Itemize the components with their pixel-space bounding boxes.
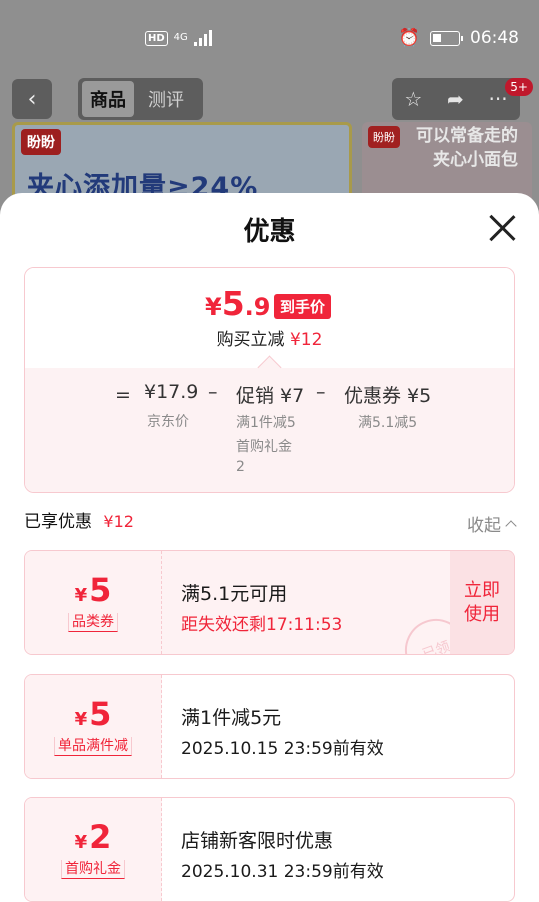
coupon-card: ¥ 5 品类券 满5.1元可用 距失效还剩17:11:53 已领 立即使用: [24, 550, 515, 655]
currency-symbol: ¥: [205, 293, 222, 321]
instant-discount-amount: ¥12: [289, 330, 323, 350]
more-icon[interactable]: ···: [489, 87, 508, 111]
minus-sign-1: –: [208, 381, 218, 403]
coupon-title: 店铺新客限时优惠: [181, 830, 334, 852]
coupon-value-number: 2: [89, 818, 112, 856]
coupon-title: 满5.1元可用: [181, 583, 288, 605]
nav-actions: ☆ ➦ ···: [392, 78, 520, 120]
coupon-type: 品类券: [68, 613, 118, 632]
coupon-value: ¥ 2: [25, 818, 161, 856]
collapse-label: 收起: [467, 516, 501, 536]
discount-sheet: 优惠 ¥ 5 .9 到手价 购买立减 ¥12 = ¥17.9 京东价 – 促销 …: [0, 193, 539, 902]
product-tabs: 商品 测评: [78, 78, 203, 120]
message-badge: 5+: [505, 78, 533, 96]
enjoyed-discount: 已享优惠 ¥12: [24, 507, 134, 532]
share-icon[interactable]: ➦: [447, 87, 464, 111]
chevron-up-icon: [505, 520, 517, 532]
coupon-currency: ¥: [74, 709, 88, 730]
price-integer: 5: [221, 284, 245, 323]
coupon-expiry: 2025.10.15 23:59前有效: [181, 739, 384, 759]
coupon-value-number: 5: [89, 695, 112, 733]
collapse-button[interactable]: 收起: [467, 511, 517, 536]
signal-icon: [193, 30, 212, 46]
coupon-type: 单品满件减: [54, 737, 132, 756]
instant-discount-label: 购买立减: [216, 330, 285, 350]
network-label: 4G: [173, 32, 188, 43]
coupon-currency: ¥: [74, 585, 88, 606]
minus-sign-2: –: [316, 381, 326, 403]
coupon-card: ¥ 5 单品满件减 满1件减5元 2025.10.15 23:59前有效: [24, 674, 515, 779]
price-summary: ¥ 5 .9 到手价 购买立减 ¥12 = ¥17.9 京东价 – 促销 ¥7 …: [24, 267, 515, 493]
thumbnail-text-1: 可以常备走的: [416, 126, 518, 146]
thumbnail-text-2: 夹心小面包: [433, 150, 518, 170]
coupon-currency: ¥: [74, 832, 88, 853]
coupon-value: ¥ 5: [25, 695, 161, 733]
use-now-label: 立即使用: [464, 579, 500, 625]
promo-detail-3: 2: [236, 459, 245, 475]
base-price-label: 京东价: [147, 414, 189, 430]
coupon-expiry: 2025.10.31 23:59前有效: [181, 862, 384, 882]
enjoyed-amount: ¥12: [103, 512, 134, 531]
alarm-icon: ⏰: [398, 28, 420, 48]
coupon-card: ¥ 2 首购礼金 店铺新客限时优惠 2025.10.31 23:59前有效: [24, 797, 515, 902]
battery-icon: [430, 30, 463, 46]
promo-detail-2: 首购礼金: [236, 439, 292, 455]
tab-review[interactable]: 测评: [140, 81, 192, 117]
status-bar: HD 4G ⏰ 06:48: [0, 0, 539, 80]
sheet-title: 优惠: [243, 217, 296, 247]
brand-logo-small: 盼盼: [368, 126, 400, 148]
coupon-title: 满1件减5元: [181, 707, 282, 729]
close-icon[interactable]: [487, 213, 517, 243]
final-price: ¥ 5 .9: [205, 284, 271, 323]
equals-sign: =: [115, 384, 131, 406]
promo-detail-1: 满1件减5: [236, 415, 296, 431]
coupon-value: ¥ 5: [25, 571, 161, 609]
tab-product[interactable]: 商品: [82, 81, 134, 117]
coupon-type: 首购礼金: [61, 860, 125, 879]
chevron-left-icon: ‹: [27, 86, 37, 112]
clock: 06:48: [470, 28, 519, 48]
price-breakdown: = ¥17.9 京东价 – 促销 ¥7 满1件减5 首购礼金 2 – 优惠券 ¥…: [25, 368, 514, 492]
instant-discount: 购买立减 ¥12: [25, 325, 514, 350]
use-now-button[interactable]: 立即使用: [450, 551, 514, 654]
coupon-countdown: 距失效还剩17:11:53: [181, 615, 343, 635]
star-icon[interactable]: ☆: [404, 87, 422, 111]
brand-logo: 盼盼: [21, 129, 61, 155]
coupon-value-number: 5: [89, 571, 112, 609]
final-price-tag: 到手价: [274, 294, 332, 319]
coupon-detail: 满5.1减5: [358, 415, 418, 431]
enjoyed-label: 已享优惠: [24, 512, 92, 532]
price-decimal: .9: [244, 293, 271, 321]
promo-amount: 促销 ¥7: [236, 385, 305, 407]
back-button[interactable]: ‹: [12, 79, 52, 119]
coupon-amount: 优惠券 ¥5: [344, 385, 432, 407]
base-price: ¥17.9: [144, 381, 199, 403]
hd-icon: HD: [145, 30, 168, 46]
